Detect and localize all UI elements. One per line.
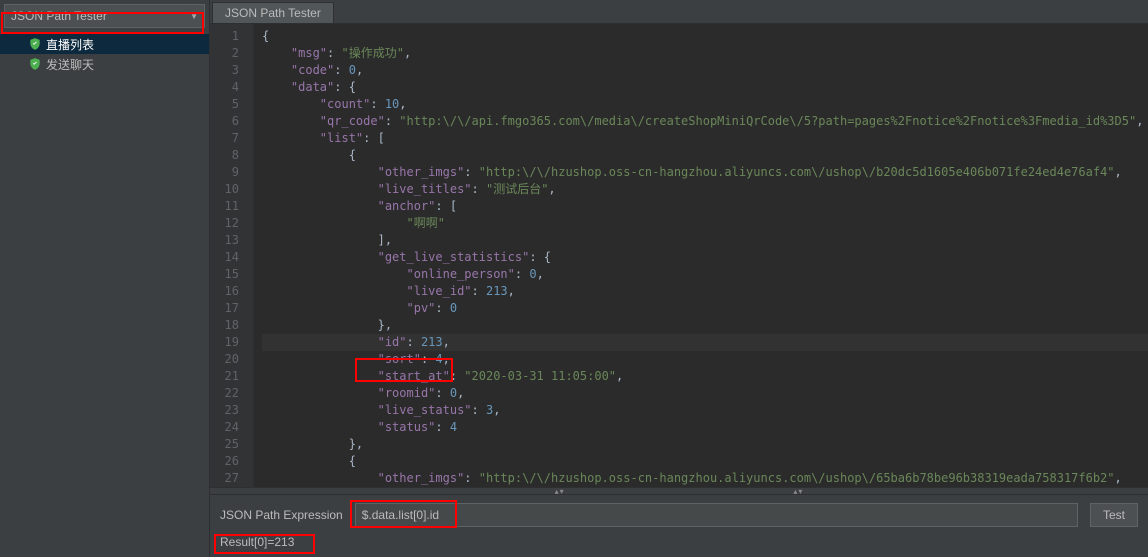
line-number: 24: [210, 419, 253, 436]
code-line: {: [262, 453, 1148, 470]
tab-bar: JSON Path Tester: [210, 0, 1148, 24]
line-number: 11: [210, 198, 253, 215]
line-gutter: 1234567891011121314151617181920212223242…: [210, 24, 254, 487]
shield-check-icon: [28, 57, 42, 71]
line-number: 12: [210, 215, 253, 232]
code-line: "msg": "操作成功",: [262, 45, 1148, 62]
line-number: 25: [210, 436, 253, 453]
shield-check-icon: [28, 37, 42, 51]
tree-item-label: 发送聊天: [46, 56, 94, 73]
code-line: "status": 4: [262, 419, 1148, 436]
code-line: "id": 213,: [262, 334, 1148, 351]
expression-input[interactable]: [355, 503, 1078, 527]
code-line: "roomid": 0,: [262, 385, 1148, 402]
line-number: 7: [210, 130, 253, 147]
tab-json-path-tester[interactable]: JSON Path Tester: [212, 2, 334, 23]
code-line: "live_titles": "测试后台",: [262, 181, 1148, 198]
code-line: "qr_code": "http:\/\/api.fmgo365.com\/me…: [262, 113, 1148, 130]
code-line: "live_id": 213,: [262, 283, 1148, 300]
code-line: "anchor": [: [262, 198, 1148, 215]
code-line: "other_imgs": "http:\/\/hzushop.oss-cn-h…: [262, 470, 1148, 487]
line-number: 3: [210, 62, 253, 79]
code-line: "online_person": 0,: [262, 266, 1148, 283]
line-number: 17: [210, 300, 253, 317]
code-line: {: [262, 28, 1148, 45]
line-number: 20: [210, 351, 253, 368]
code-line: "啊啊": [262, 215, 1148, 232]
line-number: 21: [210, 368, 253, 385]
code-line: },: [262, 317, 1148, 334]
line-number: 16: [210, 283, 253, 300]
line-number: 14: [210, 249, 253, 266]
line-number: 8: [210, 147, 253, 164]
sidebar: JSON Path Tester ▼ 直播列表发送聊天: [0, 0, 210, 557]
expression-label: JSON Path Expression: [220, 508, 343, 522]
tree-item-label: 直播列表: [46, 36, 94, 53]
dropdown-label: JSON Path Tester: [11, 9, 107, 23]
line-number: 6: [210, 113, 253, 130]
result-text: Result[0]=213: [220, 535, 1138, 549]
line-number: 4: [210, 79, 253, 96]
test-button[interactable]: Test: [1090, 503, 1138, 527]
line-number: 19: [210, 334, 253, 351]
main-panel: JSON Path Tester 12345678910111213141516…: [210, 0, 1148, 557]
code-line: ],: [262, 232, 1148, 249]
line-number: 26: [210, 453, 253, 470]
line-number: 1: [210, 28, 253, 45]
chevron-down-icon: ▼: [190, 12, 198, 21]
line-number: 13: [210, 232, 253, 249]
line-number: 5: [210, 96, 253, 113]
code-line: "list": [: [262, 130, 1148, 147]
code-line: "start_at": "2020-03-31 11:05:00",: [262, 368, 1148, 385]
code-line: "count": 10,: [262, 96, 1148, 113]
tester-type-dropdown[interactable]: JSON Path Tester ▼: [4, 4, 205, 28]
request-tree: 直播列表发送聊天: [0, 32, 209, 76]
code-line: "other_imgs": "http:\/\/hzushop.oss-cn-h…: [262, 164, 1148, 181]
line-number: 10: [210, 181, 253, 198]
line-number: 15: [210, 266, 253, 283]
line-number: 27: [210, 470, 253, 487]
code-line: "get_live_statistics": {: [262, 249, 1148, 266]
editor[interactable]: 1234567891011121314151617181920212223242…: [210, 24, 1148, 487]
tree-item-1[interactable]: 发送聊天: [0, 54, 209, 74]
code-line: },: [262, 436, 1148, 453]
code-line: {: [262, 147, 1148, 164]
line-number: 9: [210, 164, 253, 181]
line-number: 2: [210, 45, 253, 62]
code-area[interactable]: { "msg": "操作成功", "code": 0, "data": { "c…: [254, 24, 1148, 487]
line-number: 23: [210, 402, 253, 419]
tree-item-0[interactable]: 直播列表: [0, 34, 209, 54]
code-line: "code": 0,: [262, 62, 1148, 79]
code-line: "live_status": 3,: [262, 402, 1148, 419]
code-line: "data": {: [262, 79, 1148, 96]
line-number: 22: [210, 385, 253, 402]
panel-splitter[interactable]: ▴▾ ▴▾: [210, 487, 1148, 495]
code-line: "pv": 0: [262, 300, 1148, 317]
code-line: "sort": 4,: [262, 351, 1148, 368]
line-number: 18: [210, 317, 253, 334]
bottom-panel: JSON Path Expression Test Result[0]=213: [210, 495, 1148, 557]
